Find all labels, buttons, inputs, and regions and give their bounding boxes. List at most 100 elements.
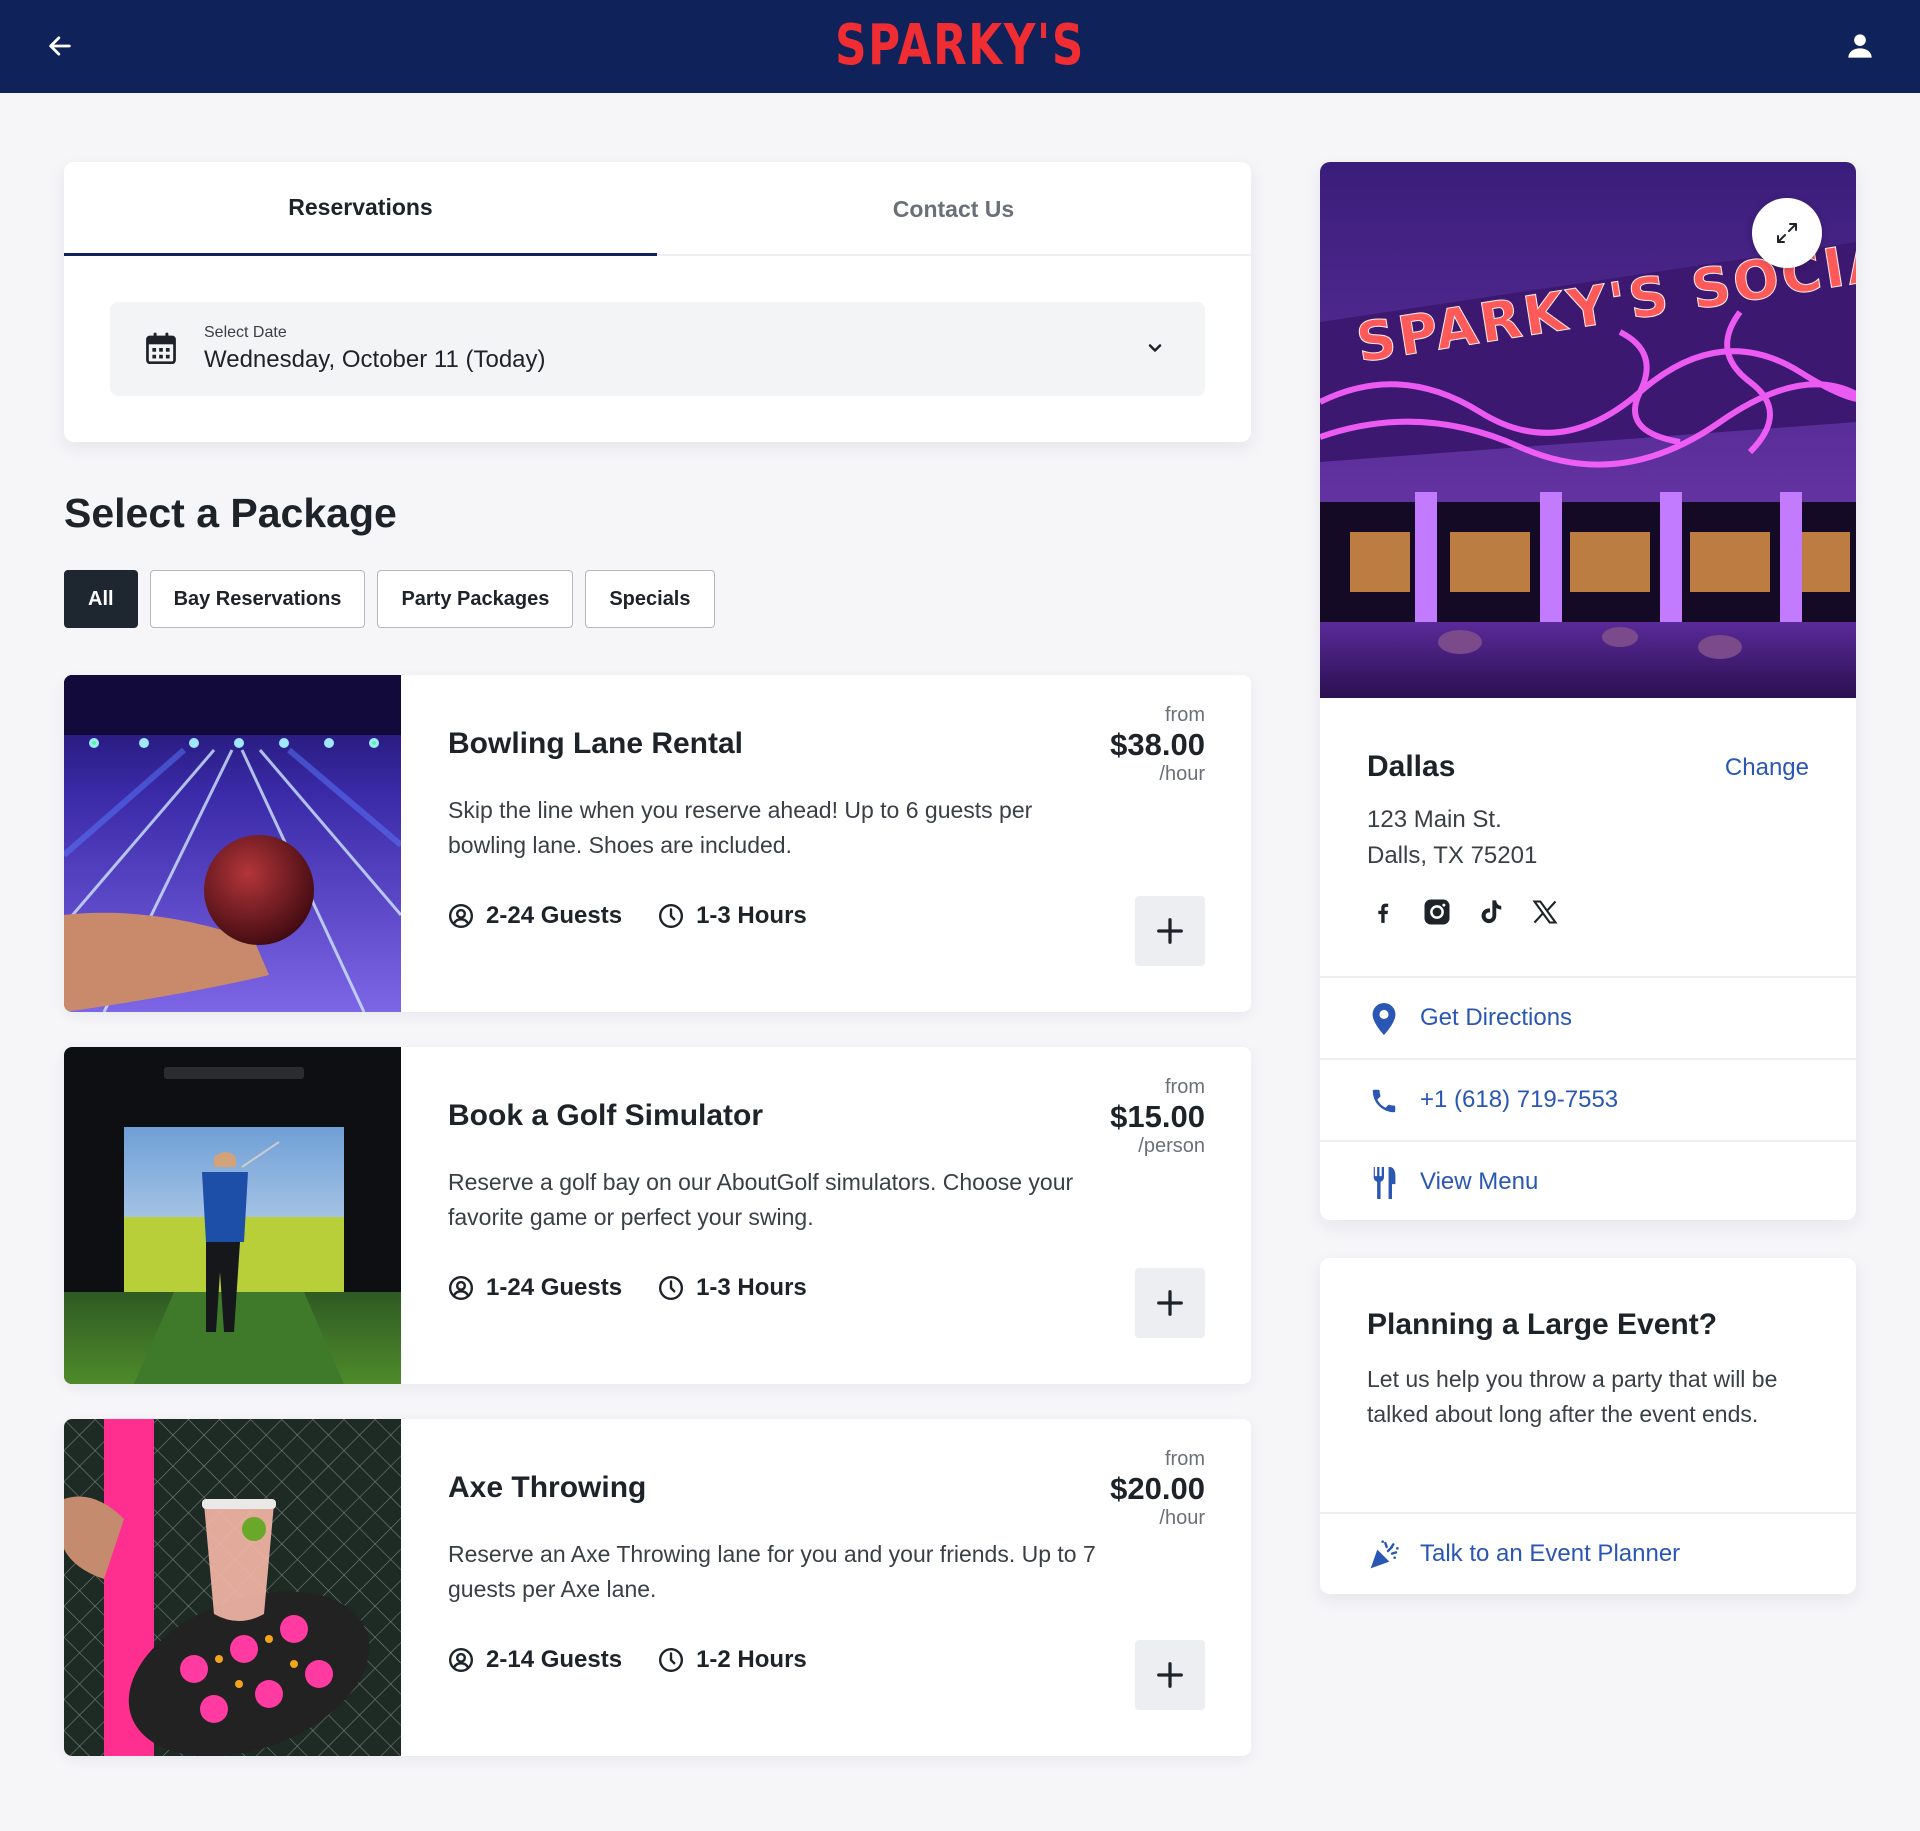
x-icon <box>1532 900 1558 924</box>
date-select-value: Wednesday, October 11 (Today) <box>204 346 546 373</box>
duration-label: 1-2 Hours <box>696 1646 807 1673</box>
phone-icon <box>1372 1089 1396 1113</box>
package-meta: 1-24 Guests 1-3 Hours <box>448 1274 807 1302</box>
filter-chip-specials[interactable]: Specials <box>585 570 715 628</box>
clock-icon <box>659 1647 684 1673</box>
phone-link[interactable]: +1 (618) 719-7553 <box>1320 1058 1856 1140</box>
phone-number: +1 (618) 719-7553 <box>1420 1086 1619 1113</box>
section-title: Select a Package <box>64 490 397 536</box>
tiktok-link[interactable] <box>1475 896 1507 928</box>
user-circle-icon <box>448 1647 474 1673</box>
event-card-title: Planning a Large Event? <box>1367 1308 1718 1341</box>
filter-chip-bay-reservations[interactable]: Bay Reservations <box>149 570 366 628</box>
duration-label: 1-3 Hours <box>696 902 807 929</box>
duration: 1-3 Hours <box>658 1274 807 1302</box>
clock-icon <box>659 903 684 929</box>
instagram-link[interactable] <box>1421 896 1453 928</box>
tab-contact-us[interactable]: Contact Us <box>657 162 1250 256</box>
reservation-card: Reservations Contact Us Select Date Wedn… <box>64 162 1251 442</box>
guest-count-label: 2-14 Guests <box>486 1646 623 1673</box>
address-line-1: 123 Main St. <box>1367 806 1502 833</box>
location-card: SPARKY'S SOCIA Dallas Change 123 Main St… <box>1320 162 1856 1220</box>
tab-reservations[interactable]: Reservations <box>64 162 657 256</box>
date-select-dropdown[interactable]: Select Date Wednesday, October 11 (Today… <box>110 302 1205 396</box>
package-filter-chips: All Bay Reservations Party Packages Spec… <box>64 570 715 628</box>
event-planning-card: Planning a Large Event? Let us help you … <box>1320 1258 1856 1594</box>
price-amount: $20.00 <box>1110 1471 1205 1506</box>
package-price: from $15.00 /person <box>1110 1075 1205 1157</box>
add-package-button[interactable] <box>1135 1640 1205 1710</box>
user-circle-icon <box>448 903 474 929</box>
expand-image-button[interactable] <box>1752 198 1822 268</box>
tab-bar: Reservations Contact Us <box>64 162 1251 256</box>
package-card-golf[interactable]: Book a Golf Simulator Reserve a golf bay… <box>64 1047 1251 1384</box>
plus-icon <box>1157 1662 1183 1688</box>
price-unit: /hour <box>1159 763 1205 785</box>
price-prefix: from <box>1165 704 1205 726</box>
user-icon <box>1848 34 1872 58</box>
map-pin-icon <box>1372 1003 1396 1035</box>
add-package-button[interactable] <box>1135 1268 1205 1338</box>
package-meta: 2-24 Guests 1-3 Hours <box>448 902 807 930</box>
package-title: Axe Throwing <box>448 1471 647 1504</box>
duration: 1-3 Hours <box>658 902 807 930</box>
package-price: from $38.00 /hour <box>1110 703 1205 785</box>
guest-count-label: 2-24 Guests <box>486 902 623 929</box>
duration-label: 1-3 Hours <box>696 1274 807 1301</box>
get-directions-link[interactable]: Get Directions <box>1320 976 1856 1058</box>
user-circle-icon <box>448 1275 474 1301</box>
x-link[interactable] <box>1529 896 1561 928</box>
calendar-icon <box>146 332 176 364</box>
price-amount: $38.00 <box>1110 727 1205 762</box>
price-amount: $15.00 <box>1110 1099 1205 1134</box>
add-package-button[interactable] <box>1135 896 1205 966</box>
price-unit: /hour <box>1159 1507 1205 1529</box>
package-description: Reserve an Axe Throwing lane for you and… <box>448 1541 1096 1602</box>
guest-count: 1-24 Guests <box>448 1274 622 1302</box>
tiktok-icon <box>1481 900 1502 924</box>
golf-simulator-image <box>64 1047 401 1384</box>
filter-chip-party-packages[interactable]: Party Packages <box>377 570 574 628</box>
package-title: Bowling Lane Rental <box>448 727 744 760</box>
axe-throwing-image <box>64 1419 401 1756</box>
address-line-2: Dalls, TX 75201 <box>1367 842 1538 869</box>
facebook-icon <box>1378 903 1389 923</box>
guest-count-label: 1-24 Guests <box>486 1274 623 1301</box>
bowling-lane-image <box>64 675 401 1012</box>
talk-to-event-planner-label: Talk to an Event Planner <box>1420 1540 1681 1567</box>
instagram-icon <box>1424 899 1450 925</box>
package-title: Book a Golf Simulator <box>448 1099 764 1132</box>
package-description: Reserve a golf bay on our AboutGolf simu… <box>448 1169 1074 1230</box>
talk-to-event-planner-link[interactable]: Talk to an Event Planner <box>1320 1512 1856 1594</box>
location-name: Dallas <box>1367 750 1456 783</box>
package-description: Skip the line when you reserve ahead! Up… <box>448 797 1033 858</box>
guest-count: 2-14 Guests <box>448 1646 622 1674</box>
get-directions-label: Get Directions <box>1420 1004 1573 1031</box>
plus-icon <box>1157 918 1183 944</box>
top-navigation-bar: SPARKY'S <box>0 0 1920 93</box>
change-location-link[interactable]: Change <box>1725 754 1809 782</box>
sparkys-logo: SPARKY'S <box>835 13 1085 78</box>
package-card-bowling[interactable]: Bowling Lane Rental Skip the line when y… <box>64 675 1251 1012</box>
date-select-label: Select Date <box>204 324 287 341</box>
account-button[interactable] <box>1840 26 1880 66</box>
arrow-left-icon <box>49 36 71 56</box>
expand-icon <box>1777 223 1797 243</box>
party-popper-icon <box>1370 1540 1399 1569</box>
plus-icon <box>1157 1290 1183 1316</box>
price-prefix: from <box>1165 1448 1205 1470</box>
view-menu-label: View Menu <box>1420 1168 1539 1195</box>
package-meta: 2-14 Guests 1-2 Hours <box>448 1646 807 1674</box>
price-unit: /person <box>1138 1135 1205 1157</box>
guest-count: 2-24 Guests <box>448 902 622 930</box>
clock-icon <box>659 1275 684 1301</box>
social-links <box>1367 896 1561 928</box>
package-price: from $20.00 /hour <box>1110 1447 1205 1529</box>
filter-chip-all[interactable]: All <box>64 570 138 628</box>
package-card-axe-throwing[interactable]: Axe Throwing Reserve an Axe Throwing lan… <box>64 1419 1251 1756</box>
price-prefix: from <box>1165 1076 1205 1098</box>
facebook-link[interactable] <box>1367 896 1399 928</box>
back-button[interactable] <box>40 26 80 66</box>
duration: 1-2 Hours <box>658 1646 807 1674</box>
view-menu-link[interactable]: View Menu <box>1320 1140 1856 1220</box>
